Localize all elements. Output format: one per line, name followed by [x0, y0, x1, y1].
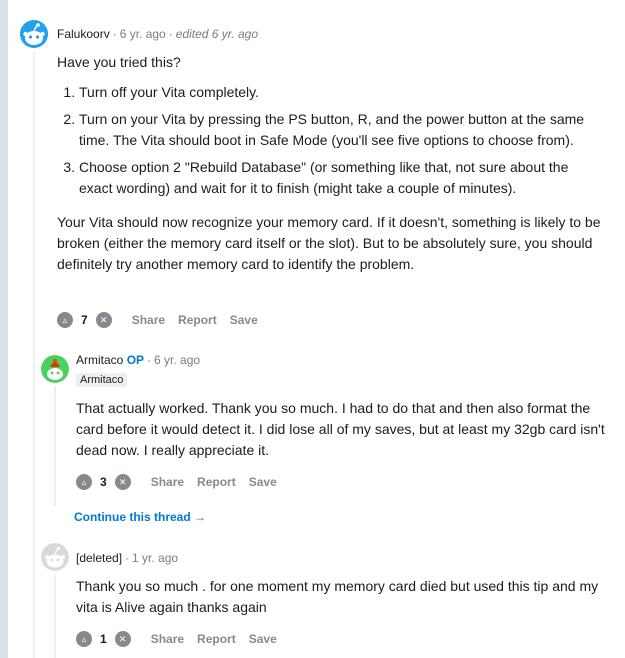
upvote-icon[interactable]: ▵: [76, 631, 92, 647]
left-rail: [0, 0, 8, 658]
report-button[interactable]: Report: [178, 313, 217, 327]
comment-text: Thank you so much . for one moment my me…: [76, 578, 599, 615]
share-button[interactable]: Share: [151, 475, 184, 489]
arrow-right-icon: →: [194, 510, 207, 524]
vote-score: 1: [100, 632, 107, 646]
save-button[interactable]: Save: [230, 313, 258, 327]
downvote-icon[interactable]: ✕: [114, 474, 131, 490]
op-badge: OP: [126, 353, 145, 367]
comment-body: Thank you so much . for one moment my me…: [76, 576, 606, 618]
downvote-icon[interactable]: ✕: [95, 312, 112, 328]
continue-thread-link[interactable]: Continue this thread →: [74, 510, 206, 524]
comment-meta: Armitaco OP · 6 yr. ago: [76, 353, 201, 367]
comment-intro: Have you tried this?: [57, 54, 181, 70]
share-button[interactable]: Share: [151, 632, 184, 646]
comment-meta: Falukoorv · 6 yr. ago · edited 6 yr. ago: [57, 27, 258, 41]
comment-body: That actually worked. Thank you so much.…: [76, 398, 606, 461]
upvote-icon[interactable]: ▵: [76, 474, 92, 490]
thread-line[interactable]: [33, 52, 35, 658]
avatar[interactable]: [41, 543, 69, 571]
timestamp[interactable]: 1 yr. ago: [132, 551, 178, 565]
timestamp[interactable]: 6 yr. ago: [154, 353, 200, 367]
steps-list: Turn off your Vita completely. Turn on y…: [57, 82, 602, 199]
comment-actions: ▵ 7 ✕ Share Report Save: [57, 312, 258, 328]
save-button[interactable]: Save: [249, 475, 277, 489]
username[interactable]: Falukoorv: [57, 27, 110, 41]
snoo-avatar-icon: [20, 20, 48, 48]
comment-actions: ▵ 1 ✕ Share Report Save: [76, 631, 277, 647]
list-item: Choose option 2 "Rebuild Database" (or s…: [79, 157, 602, 199]
share-button[interactable]: Share: [132, 313, 165, 327]
snoo-avatar-icon: [41, 543, 69, 571]
vote-score: 7: [81, 313, 88, 327]
thread-line[interactable]: [54, 386, 56, 506]
edited-timestamp: edited 6 yr. ago: [175, 27, 258, 41]
comment-meta: [deleted] · 1 yr. ago: [76, 551, 179, 565]
snoo-avatar-icon: [41, 355, 69, 383]
continue-thread-label: Continue this thread: [74, 510, 191, 524]
comment-actions: ▵ 3 ✕ Share Report Save: [76, 474, 277, 490]
comment-outro: Your Vita should now recognize your memo…: [57, 214, 601, 272]
comment-body: Have you tried this? Turn off your Vita …: [57, 52, 602, 275]
list-item: Turn off your Vita completely.: [79, 82, 602, 103]
upvote-icon[interactable]: ▵: [57, 312, 73, 328]
report-button[interactable]: Report: [197, 632, 236, 646]
vote-score: 3: [100, 475, 107, 489]
comment-text: That actually worked. Thank you so much.…: [76, 400, 605, 458]
save-button[interactable]: Save: [249, 632, 277, 646]
timestamp[interactable]: 6 yr. ago: [120, 27, 166, 41]
user-flair: Armitaco: [76, 373, 128, 387]
list-item: Turn on your Vita by pressing the PS but…: [79, 109, 602, 151]
username[interactable]: Armitaco: [76, 353, 123, 367]
thread-line[interactable]: [54, 574, 56, 658]
avatar[interactable]: [20, 20, 48, 48]
username: [deleted]: [76, 551, 123, 565]
avatar[interactable]: [41, 355, 69, 383]
report-button[interactable]: Report: [197, 475, 236, 489]
downvote-icon[interactable]: ✕: [114, 631, 131, 647]
